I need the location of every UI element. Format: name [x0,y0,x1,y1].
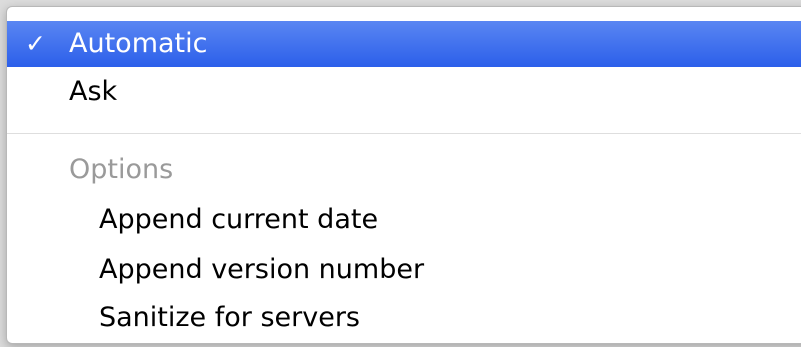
menu-item-append-current-date[interactable]: Append current date [7,197,801,243]
menu-item-label: Sanitize for servers [99,302,360,333]
menu-separator [7,133,801,134]
options-section-header: Options [7,147,801,193]
checkmark-icon: ✓ [25,29,46,58]
popup-menu: ✓ Automatic Ask Options Append current d… [6,6,801,344]
menu-item-append-version-number[interactable]: Append version number [7,247,801,293]
menu-item-automatic[interactable]: ✓ Automatic [7,21,801,67]
menu-item-label: Append version number [99,254,425,285]
menu-item-label: Append current date [99,204,379,235]
menu-item-label: Ask [69,76,118,107]
menu-item-label: Automatic [69,28,208,59]
menu-item-ask[interactable]: Ask [7,69,801,115]
section-header-label: Options [69,154,174,185]
menu-item-sanitize-for-servers[interactable]: Sanitize for servers [7,295,801,341]
